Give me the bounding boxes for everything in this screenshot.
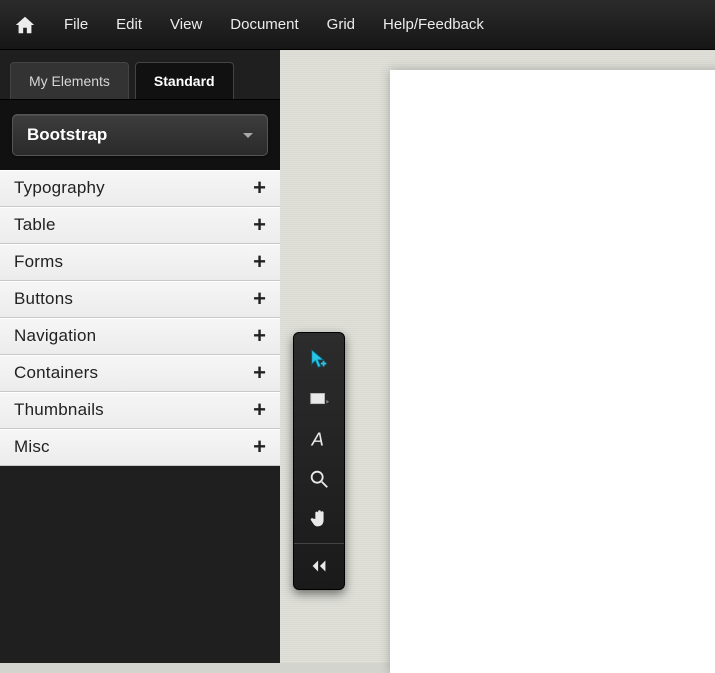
framework-select[interactable]: Bootstrap [12, 114, 268, 156]
document-page[interactable] [390, 70, 715, 673]
accordion-label: Forms [14, 252, 63, 272]
framework-bar: Bootstrap [0, 99, 280, 170]
menubar: File Edit View Document Grid Help/Feedba… [0, 0, 715, 50]
accordion-label: Table [14, 215, 56, 235]
plus-icon: + [253, 436, 266, 458]
accordion-misc[interactable]: Misc + [0, 429, 280, 466]
menu-edit[interactable]: Edit [106, 10, 152, 39]
accordion-label: Containers [14, 363, 98, 383]
accordion-containers[interactable]: Containers + [0, 355, 280, 392]
menu-help[interactable]: Help/Feedback [373, 10, 494, 39]
accordion-typography[interactable]: Typography + [0, 170, 280, 207]
menu-view[interactable]: View [160, 10, 212, 39]
tool-zoom[interactable] [294, 459, 344, 499]
plus-icon: + [253, 325, 266, 347]
chevron-down-icon [243, 133, 253, 138]
plus-icon: + [253, 362, 266, 384]
accordion-forms[interactable]: Forms + [0, 244, 280, 281]
accordion-label: Thumbnails [14, 400, 104, 420]
tab-standard[interactable]: Standard [135, 62, 234, 99]
plus-icon: + [253, 288, 266, 310]
accordion-label: Typography [14, 178, 105, 198]
sidebar-tabs: My Elements Standard [0, 50, 280, 99]
plus-icon: + [253, 214, 266, 236]
tab-my-elements[interactable]: My Elements [10, 62, 129, 99]
plus-icon: + [253, 399, 266, 421]
tool-text[interactable]: A [294, 419, 344, 459]
menu-document[interactable]: Document [220, 10, 308, 39]
accordion-label: Buttons [14, 289, 73, 309]
elements-sidebar: My Elements Standard Bootstrap Typograph… [0, 50, 280, 663]
tool-select-move[interactable] [294, 339, 344, 379]
framework-select-label: Bootstrap [27, 125, 107, 145]
accordion-label: Misc [14, 437, 50, 457]
accordion-thumbnails[interactable]: Thumbnails + [0, 392, 280, 429]
elements-accordion: Typography + Table + Forms + Buttons + N… [0, 170, 280, 466]
accordion-label: Navigation [14, 326, 96, 346]
tool-palette: A [293, 332, 345, 590]
canvas-area [280, 50, 715, 663]
tool-collapse[interactable] [294, 543, 344, 583]
plus-icon: + [253, 251, 266, 273]
plus-icon: + [253, 177, 266, 199]
menu-file[interactable]: File [54, 10, 98, 39]
accordion-buttons[interactable]: Buttons + [0, 281, 280, 318]
accordion-table[interactable]: Table + [0, 207, 280, 244]
menu-grid[interactable]: Grid [317, 10, 365, 39]
tool-pan[interactable] [294, 499, 344, 539]
home-icon[interactable] [14, 14, 36, 36]
accordion-navigation[interactable]: Navigation + [0, 318, 280, 355]
tool-rectangle[interactable] [294, 379, 344, 419]
svg-text:A: A [311, 428, 324, 449]
